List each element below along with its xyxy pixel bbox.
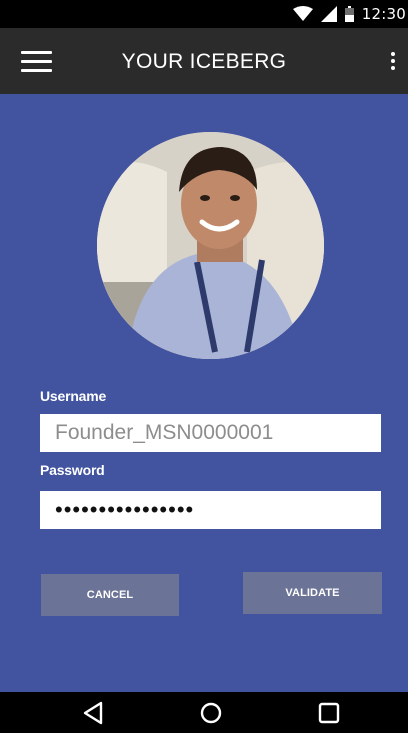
system-nav-bar xyxy=(0,692,408,733)
username-label: Username xyxy=(40,388,107,404)
avatar xyxy=(97,132,324,359)
back-icon[interactable] xyxy=(79,698,109,728)
cancel-button[interactable]: CANCEL xyxy=(41,574,179,616)
status-time: 12:30 xyxy=(361,5,406,23)
home-icon[interactable] xyxy=(196,698,226,728)
validate-button[interactable]: VALIDATE xyxy=(243,572,382,614)
recents-icon[interactable] xyxy=(314,698,344,728)
overflow-menu-icon[interactable] xyxy=(386,48,400,74)
wifi-icon xyxy=(292,6,313,21)
status-bar: 12:30 xyxy=(0,0,408,28)
password-label: Password xyxy=(40,462,105,478)
app-bar: YOUR ICEBERG xyxy=(0,28,408,94)
app-title: YOUR ICEBERG xyxy=(121,50,287,73)
signal-icon xyxy=(320,6,337,22)
login-screen: 12:30 YOUR ICEBERG Username Founder_MSN0… xyxy=(0,0,408,733)
battery-icon xyxy=(344,6,354,22)
username-field[interactable] xyxy=(40,414,381,452)
password-field[interactable] xyxy=(40,491,381,529)
